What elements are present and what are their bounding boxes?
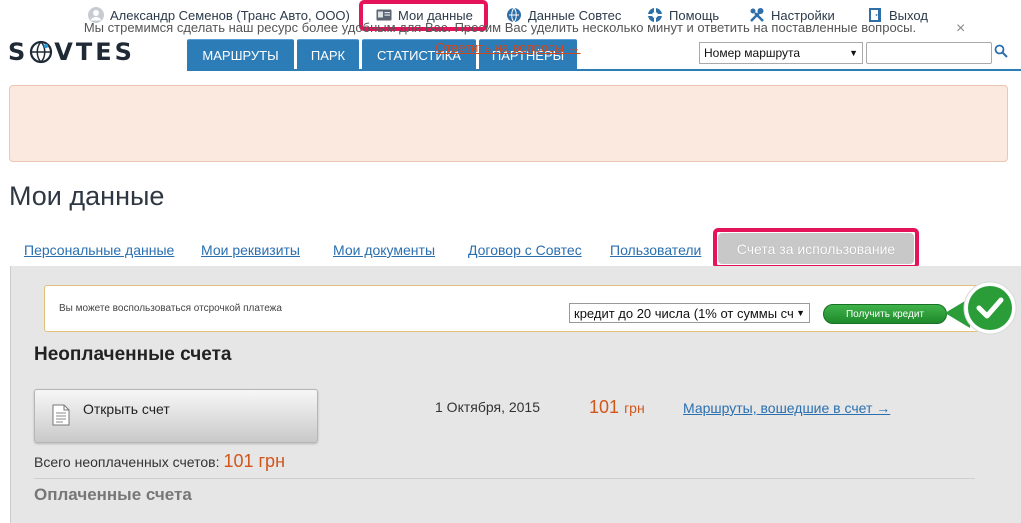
open-invoice-button[interactable]: Открыть счет <box>34 389 318 443</box>
total-amount: 101 грн <box>223 451 286 471</box>
close-icon[interactable]: × <box>956 20 965 38</box>
section-divider <box>34 478 975 479</box>
invoice-date: 1 Октября, 2015 <box>435 399 540 415</box>
nav-underline <box>187 69 1021 71</box>
notice-text: Мы стремимся сделать наш ресурс более уд… <box>83 20 917 35</box>
credit-select-value: кредит до 20 числа (1% от суммы счета) <box>574 305 793 321</box>
page-title: Мои данные <box>9 181 165 211</box>
notice-answer-link[interactable]: Ответить на вопросы → <box>0 40 1016 55</box>
tab-personal-data[interactable]: Персональные данные <box>24 242 174 258</box>
total-label: Всего неоплаченных счетов: <box>34 454 220 470</box>
open-invoice-label: Открыть счет <box>83 401 170 417</box>
tab-sovtes-contract[interactable]: Договор с Совтес <box>468 242 582 258</box>
deferral-text: Вы можете воспользоваться отсрочкой плат… <box>59 303 282 314</box>
chevron-down-icon: ▼ <box>796 308 805 318</box>
active-tab-highlight <box>713 228 919 269</box>
unpaid-invoices-heading: Неоплаченные счета <box>34 344 232 365</box>
tab-my-requisites[interactable]: Мои реквизиты <box>201 242 300 258</box>
checkmark-badge-icon <box>940 278 1020 338</box>
credit-option-select[interactable]: кредит до 20 числа (1% от суммы счета) ▼ <box>569 303 810 323</box>
get-credit-button[interactable]: Получить кредит <box>823 304 947 324</box>
survey-notice <box>9 85 1008 162</box>
unpaid-total: Всего неоплаченных счетов: 101 грн <box>34 451 285 472</box>
tab-my-documents[interactable]: Мои документы <box>333 242 435 258</box>
invoice-routes-link[interactable]: Маршруты, вошедшие в счет → <box>683 400 890 416</box>
document-icon <box>52 404 70 426</box>
tab-users[interactable]: Пользователи <box>610 242 701 258</box>
invoice-currency: грн <box>624 400 645 416</box>
paid-invoices-heading: Оплаченные счета <box>34 485 192 504</box>
invoice-amount: 101 грн <box>589 397 645 418</box>
invoice-amount-value: 101 <box>589 397 620 417</box>
